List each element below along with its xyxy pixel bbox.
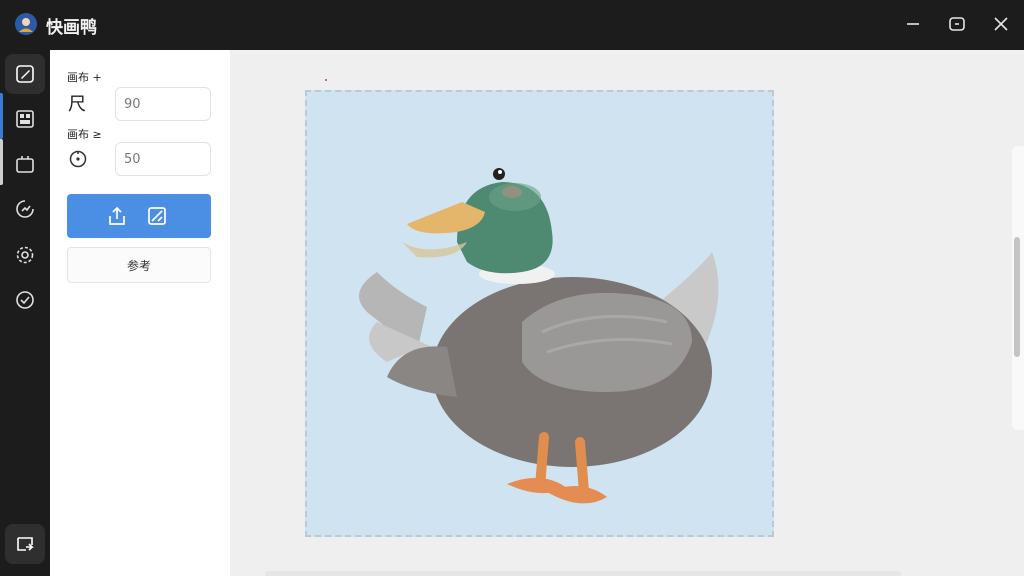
canvas-other-label: 画布 ≥ (67, 128, 102, 141)
avatar-logo-icon (15, 13, 37, 35)
rail-item-settings[interactable] (5, 235, 45, 275)
image-edit-icon[interactable] (146, 205, 168, 227)
size-input[interactable] (115, 87, 211, 121)
gear-icon (16, 246, 34, 264)
rail-item-layout[interactable] (5, 99, 45, 139)
rail-active-indicator (0, 93, 3, 139)
primary-action-bar (67, 194, 211, 238)
edit-pen-icon (16, 65, 34, 83)
layout-icon (16, 110, 34, 128)
svg-text:尺: 尺 (68, 94, 86, 114)
settings-panel: 画布 + 尺 画布 ≥ 参考 (50, 50, 230, 576)
bottom-toolbar-edge (265, 571, 901, 576)
duck-illustration (359, 168, 719, 504)
other-input[interactable] (115, 142, 211, 176)
rail-hover-indicator (0, 139, 3, 185)
reference-button[interactable]: 参考 (67, 247, 211, 283)
close-icon[interactable] (990, 13, 1012, 35)
minimize-icon[interactable] (902, 13, 924, 35)
canvas-size-label: 画布 + (67, 71, 102, 84)
upload-icon[interactable] (106, 205, 128, 227)
rail-item-crop[interactable] (5, 144, 45, 184)
rail-item-stats[interactable] (5, 189, 45, 229)
image-frame[interactable] (305, 90, 774, 537)
rail-item-check[interactable] (5, 280, 45, 320)
app-title: 快画鸭 (46, 18, 97, 38)
maximize-icon[interactable] (946, 13, 968, 35)
canvas-area (230, 50, 1024, 576)
ruler-icon: 尺 (68, 94, 86, 114)
rail-item-share[interactable] (5, 524, 45, 564)
title-bar: 快画鸭 (0, 0, 1024, 50)
chart-refresh-icon (16, 200, 34, 218)
check-circle-icon (16, 291, 34, 309)
share-exit-icon (17, 537, 34, 551)
scrollbar-thumb[interactable] (1014, 237, 1020, 357)
crop-frame-icon (16, 156, 34, 173)
rail-item-draw[interactable] (5, 54, 45, 94)
canvas-marker (325, 79, 327, 81)
timer-icon (69, 150, 87, 168)
left-rail (0, 50, 50, 576)
